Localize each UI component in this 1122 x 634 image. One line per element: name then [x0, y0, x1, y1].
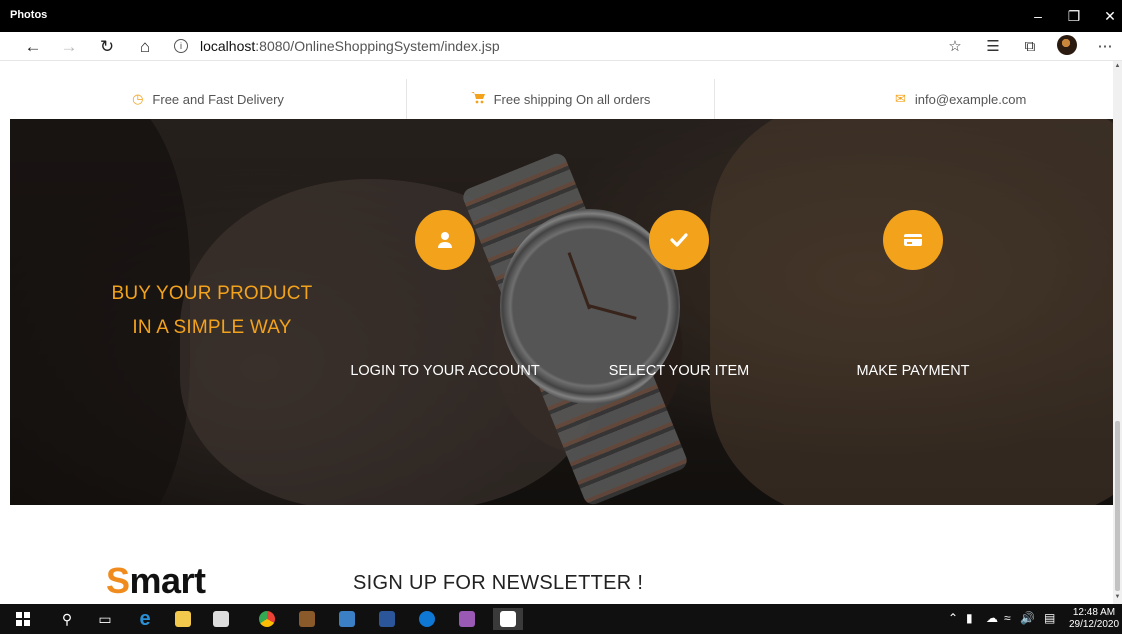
address-field[interactable]: localhost:8080/OnlineShoppingSystem/inde…: [200, 38, 500, 54]
checkmark-icon: [670, 233, 688, 247]
search-icon[interactable]: ⚲: [56, 608, 78, 630]
hero-tagline-line1: BUY YOUR PRODUCT: [111, 283, 313, 304]
smart-logo[interactable]: Smart: [106, 560, 206, 602]
clock-icon: ◷: [132, 91, 144, 106]
battery-icon[interactable]: ▮: [966, 611, 973, 625]
info-item-email[interactable]: ✉ info@example.com: [715, 79, 1113, 119]
page-scrollbar[interactable]: ▲ ▼: [1113, 61, 1122, 604]
wifi-icon[interactable]: ≈: [1004, 611, 1011, 625]
notifications-icon[interactable]: ▤: [1044, 611, 1055, 625]
url-host: localhost: [200, 38, 256, 54]
close-icon[interactable]: ✕: [1100, 6, 1120, 26]
window-titlebar: Photos – ❐ ✕: [0, 0, 1122, 32]
scroll-down-icon[interactable]: ▼: [1114, 594, 1121, 600]
system-clock[interactable]: 12:48 AM 29/12/2020: [1068, 607, 1120, 631]
clock-time: 12:48 AM: [1072, 607, 1116, 618]
user-icon: [438, 232, 452, 248]
profile-avatar[interactable]: [1057, 35, 1077, 55]
back-arrow-icon[interactable]: ←: [22, 36, 44, 58]
site-info-icon[interactable]: i: [174, 39, 188, 53]
photos-app-icon[interactable]: [493, 608, 523, 630]
info-item-label: Free shipping On all orders: [493, 91, 651, 107]
step-select-label: SELECT YOUR ITEM: [608, 363, 750, 379]
step-payment-circle: [883, 210, 943, 270]
editor-icon[interactable]: [336, 608, 358, 630]
hero-tagline-line2: IN A SIMPLE WAY: [132, 317, 292, 338]
refresh-icon[interactable]: ↻: [96, 36, 118, 58]
more-menu-icon[interactable]: ⋯: [1094, 36, 1116, 58]
logo-text: mart: [129, 560, 207, 601]
envelope-icon: ✉: [895, 91, 906, 106]
store-icon[interactable]: [210, 608, 232, 630]
file-explorer-icon[interactable]: [172, 608, 194, 630]
scroll-up-icon[interactable]: ▲: [1114, 63, 1121, 69]
favorite-star-icon[interactable]: ☆: [944, 36, 966, 58]
chrome-icon[interactable]: [256, 608, 278, 630]
url-path: :8080/OnlineShoppingSystem/index.jsp: [255, 38, 500, 54]
scroll-thumb[interactable]: [1115, 421, 1120, 591]
step-select-circle: [649, 210, 709, 270]
credit-card-icon: [904, 234, 922, 246]
info-item-label: Free and Fast Delivery: [152, 91, 284, 107]
task-view-icon[interactable]: ▭: [94, 608, 116, 630]
onedrive-icon[interactable]: [416, 608, 438, 630]
restore-icon[interactable]: ❐: [1064, 6, 1084, 26]
clock-date: 29/12/2020: [1068, 619, 1120, 630]
step-login-circle: [415, 210, 475, 270]
logo-initial: S: [106, 560, 130, 601]
hero-overlay: [10, 119, 1113, 505]
favorites-list-icon[interactable]: ☰: [982, 36, 1004, 58]
home-icon[interactable]: ⌂: [134, 36, 156, 58]
hero-banner: BUY YOUR PRODUCT IN A SIMPLE WAY LOGIN T…: [10, 119, 1113, 505]
step-payment-label: MAKE PAYMENT: [856, 363, 970, 379]
info-item-delivery: ◷ Free and Fast Delivery: [10, 79, 406, 119]
volume-icon[interactable]: 🔊: [1020, 611, 1035, 625]
edge-browser-icon[interactable]: e: [134, 608, 156, 630]
info-item-shipping: Free shipping On all orders: [407, 79, 714, 119]
step-login-label: LOGIN TO YOUR ACCOUNT: [350, 363, 540, 379]
app-icon[interactable]: [296, 608, 318, 630]
info-item-label: info@example.com: [914, 91, 1027, 107]
windows-taskbar: ⚲ ▭ e ⌃ ▮ ☁ ≈ 🔊 ▤ 12:48 AM 29/12/2020: [0, 604, 1122, 634]
collections-icon[interactable]: ⧉: [1019, 36, 1041, 58]
start-windows-icon[interactable]: [12, 608, 34, 630]
word-icon[interactable]: [376, 608, 398, 630]
cart-icon: [470, 91, 485, 107]
minimize-icon[interactable]: –: [1028, 6, 1048, 26]
newsletter-title: SIGN UP FOR NEWSLETTER !: [353, 572, 644, 594]
page-viewport: ◷ Free and Fast Delivery Free shipping O…: [0, 61, 1113, 604]
forward-arrow-icon[interactable]: →: [58, 36, 80, 58]
browser-toolbar: ← → ↻ ⌂ i localhost:8080/OnlineShoppingS…: [0, 32, 1122, 61]
tray-expand-icon[interactable]: ⌃: [948, 611, 958, 625]
info-bar: ◷ Free and Fast Delivery Free shipping O…: [10, 79, 1113, 119]
archive-icon[interactable]: [456, 608, 478, 630]
footer-section: Smart SIGN UP FOR NEWSLETTER !: [10, 505, 1113, 604]
cloud-icon[interactable]: ☁: [986, 611, 998, 625]
window-title: Photos: [10, 9, 48, 21]
